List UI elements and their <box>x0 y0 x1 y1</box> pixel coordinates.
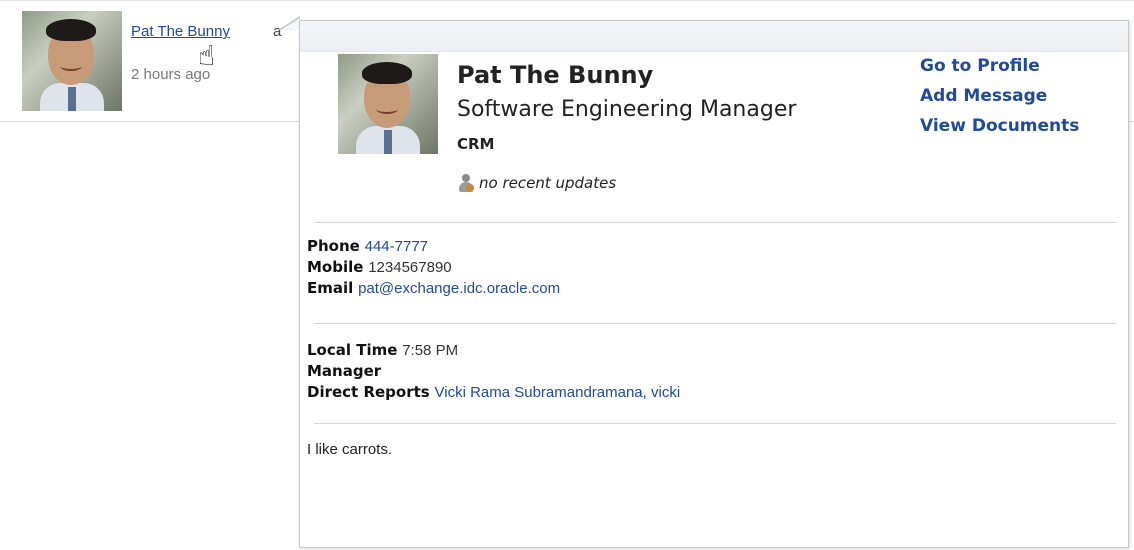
mobile-row: Mobile 1234567890 <box>307 257 560 278</box>
direct-reports-links[interactable]: Vicki Rama Subramandramana, vicki <box>435 384 681 401</box>
divider <box>314 423 1116 424</box>
mobile-label: Mobile <box>307 258 364 276</box>
profile-department: CRM <box>457 135 495 153</box>
profile-avatar[interactable] <box>338 54 438 154</box>
divider <box>314 323 1116 324</box>
profile-popup: Pat The Bunny Software Engineering Manag… <box>299 20 1129 548</box>
mobile-value: 1234567890 <box>368 259 452 276</box>
profile-bio: I like carrots. <box>307 441 393 458</box>
phone-link[interactable]: 444-7777 <box>365 238 428 255</box>
status-text: no recent updates <box>479 174 617 192</box>
direct-reports-label: Direct Reports <box>307 383 430 401</box>
local-time-value: 7:58 PM <box>402 342 459 359</box>
direct-reports-row: Direct Reports Vicki Rama Subramandraman… <box>307 382 680 403</box>
author-avatar[interactable] <box>22 11 122 111</box>
popup-header-bar <box>300 21 1128 52</box>
email-label: Email <box>307 279 354 297</box>
local-time-row: Local Time 7:58 PM <box>307 340 680 361</box>
hand-pointer-icon: ☝ <box>198 39 216 72</box>
status-updates: no recent updates <box>457 173 616 193</box>
popup-pointer-inner <box>281 18 300 30</box>
profile-actions: Go to Profile Add Message View Documents <box>920 51 1079 141</box>
manager-row: Manager <box>307 361 680 382</box>
phone-label: Phone <box>307 237 360 255</box>
author-link[interactable]: Pat The Bunny <box>131 23 230 40</box>
add-message-link[interactable]: Add Message <box>920 81 1079 111</box>
divider <box>314 222 1116 223</box>
go-to-profile-link[interactable]: Go to Profile <box>920 51 1079 81</box>
email-row: Email pat@exchange.idc.oracle.com <box>307 278 560 299</box>
phone-row: Phone 444-7777 <box>307 236 560 257</box>
local-time-label: Local Time <box>307 341 398 359</box>
contact-section: Phone 444-7777 Mobile 1234567890 Email p… <box>307 236 560 299</box>
email-link[interactable]: pat@exchange.idc.oracle.com <box>358 280 560 297</box>
profile-name: Pat The Bunny <box>457 61 654 89</box>
org-section: Local Time 7:58 PM Manager Direct Report… <box>307 340 680 403</box>
profile-job-title: Software Engineering Manager <box>457 97 797 122</box>
view-documents-link[interactable]: View Documents <box>920 111 1079 141</box>
manager-label: Manager <box>307 362 382 380</box>
person-presence-icon <box>457 173 475 193</box>
